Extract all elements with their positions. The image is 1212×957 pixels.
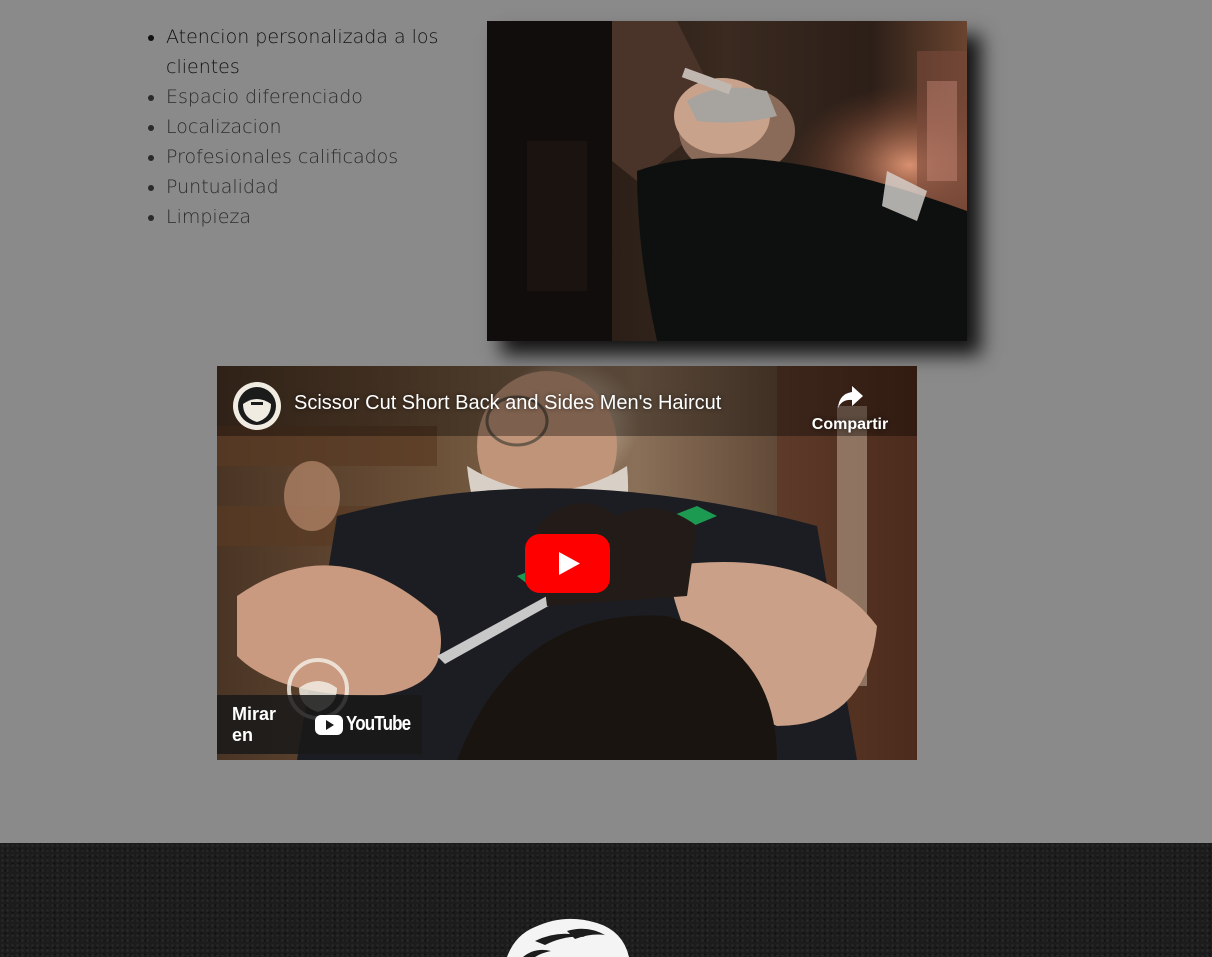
youtube-wordmark: YouTube — [346, 713, 411, 735]
share-label: Compartir — [811, 416, 889, 433]
youtube-play-icon — [315, 714, 344, 735]
video-title[interactable]: Scissor Cut Short Back and Sides Men's H… — [294, 392, 721, 415]
feature-item: Espacio diferenciado — [166, 82, 466, 112]
feature-item: Puntualidad — [166, 172, 466, 202]
feature-item: Atencion personalizada a los clientes — [166, 22, 466, 82]
watch-on-youtube-button[interactable]: Mirar en YouTube — [217, 695, 422, 754]
channel-avatar-icon[interactable] — [233, 382, 281, 430]
share-arrow-icon — [838, 386, 863, 408]
share-button[interactable]: Compartir — [805, 382, 895, 442]
youtube-logo: YouTube — [315, 713, 422, 736]
barber-photo — [487, 21, 967, 341]
site-footer — [0, 843, 1212, 957]
barber-shaving-photo — [487, 21, 967, 341]
feature-item: Limpieza — [166, 202, 466, 232]
features-list: Atencion personalizada a los clientes Es… — [148, 22, 466, 232]
feature-item: Localizacion — [166, 112, 466, 142]
youtube-video-embed[interactable]: Scissor Cut Short Back and Sides Men's H… — [217, 366, 917, 760]
play-button-icon[interactable] — [525, 534, 610, 593]
feature-item: Profesionales calificados — [166, 142, 466, 172]
watch-on-label: Mirar en — [232, 703, 277, 745]
barber-logo-icon[interactable] — [505, 915, 635, 957]
